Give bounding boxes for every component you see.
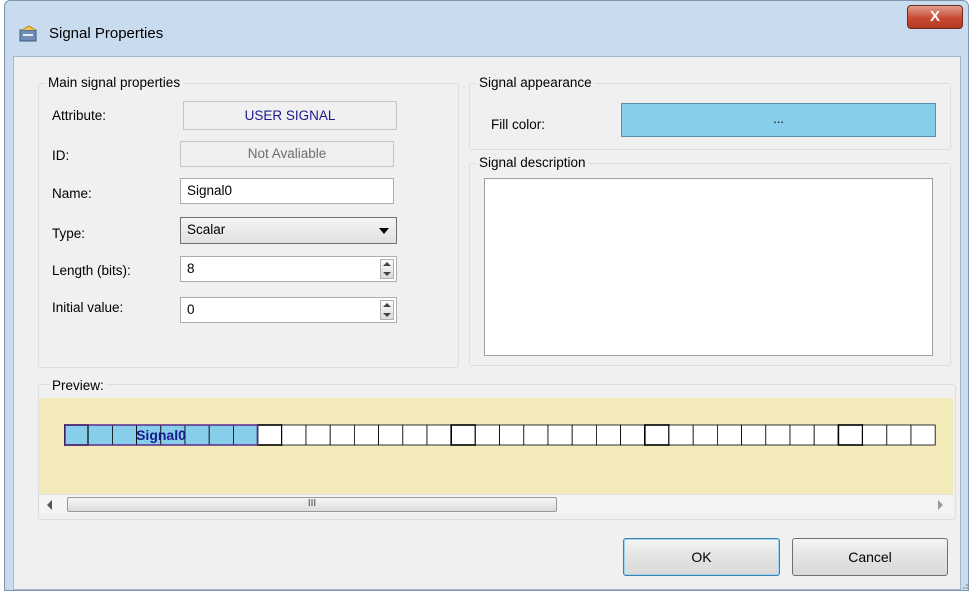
id-label: ID: xyxy=(52,148,70,163)
scroll-right-icon[interactable] xyxy=(938,500,943,510)
signal-bit-cell xyxy=(64,424,90,446)
signal-bit-cell xyxy=(87,424,113,446)
empty-bit-cell xyxy=(353,424,379,446)
empty-bit-cell xyxy=(717,424,743,446)
group-label: Signal appearance xyxy=(476,75,595,90)
empty-bit-cell xyxy=(256,424,283,446)
empty-bit-cell xyxy=(450,424,477,446)
signal-properties-icon xyxy=(19,25,37,42)
empty-bit-cell xyxy=(499,424,525,446)
window-title: Signal Properties xyxy=(49,25,164,42)
close-button[interactable]: X xyxy=(907,5,963,29)
empty-bit-cell xyxy=(547,424,573,446)
empty-bit-cell xyxy=(620,424,646,446)
spin-up-icon[interactable] xyxy=(383,262,391,266)
type-label: Type: xyxy=(52,226,86,241)
name-label: Name: xyxy=(52,186,92,201)
length-label: Length (bits): xyxy=(52,263,131,278)
empty-bit-cell xyxy=(402,424,428,446)
empty-bit-cell xyxy=(523,424,549,446)
initial-value-spinbox[interactable]: 0 xyxy=(180,297,397,323)
empty-bit-cell xyxy=(305,424,331,446)
horizontal-scrollbar[interactable]: III xyxy=(39,494,953,514)
signal-strip: Signal0 xyxy=(64,424,936,446)
id-field: Not Avaliable xyxy=(180,141,394,167)
close-icon: X xyxy=(929,8,940,25)
type-combobox[interactable]: Scalar xyxy=(180,217,397,244)
cancel-button[interactable]: Cancel xyxy=(792,538,948,576)
chevron-down-icon[interactable] xyxy=(379,228,389,234)
empty-bit-cell xyxy=(813,424,839,446)
name-input[interactable]: Signal0 xyxy=(180,178,394,204)
empty-bit-cell xyxy=(643,424,670,446)
empty-bit-cell xyxy=(789,424,815,446)
title-bar[interactable]: Signal Properties X xyxy=(5,1,968,59)
empty-bit-cell xyxy=(692,424,718,446)
empty-bit-cell xyxy=(329,424,355,446)
empty-bit-cell xyxy=(378,424,404,446)
preview-label: Preview: xyxy=(50,378,106,393)
ok-button[interactable]: OK xyxy=(623,538,780,576)
empty-bit-cell xyxy=(426,424,452,446)
empty-bit-cell xyxy=(862,424,888,446)
group-label: Main signal properties xyxy=(45,75,184,90)
group-label: Signal description xyxy=(476,155,589,170)
spin-down-icon[interactable] xyxy=(383,272,391,276)
length-spinbox[interactable]: 8 xyxy=(180,256,397,282)
empty-bit-cell xyxy=(596,424,622,446)
empty-bit-cell xyxy=(474,424,500,446)
empty-bit-cell xyxy=(571,424,597,446)
scroll-thumb[interactable]: III xyxy=(67,497,557,512)
empty-bit-cell xyxy=(281,424,307,446)
preview-canvas xyxy=(39,398,953,494)
attribute-label: Attribute: xyxy=(52,108,107,123)
scroll-left-icon[interactable] xyxy=(47,500,52,510)
signal-bit-cell xyxy=(208,424,234,446)
initial-value-label: Initial value: xyxy=(52,300,124,315)
empty-bit-cell xyxy=(910,424,936,446)
signal-name: Signal0 xyxy=(136,427,186,443)
resize-grip-icon[interactable] xyxy=(960,581,968,589)
empty-bit-cell xyxy=(886,424,912,446)
empty-bit-cell xyxy=(741,424,767,446)
spin-buttons[interactable] xyxy=(380,259,394,279)
empty-bit-cell xyxy=(765,424,791,446)
spin-down-icon[interactable] xyxy=(383,313,391,317)
attribute-field: USER SIGNAL xyxy=(183,101,397,130)
signal-bit-cell xyxy=(184,424,210,446)
signal-bit-cell xyxy=(112,424,138,446)
fill-color-button[interactable]: ... xyxy=(621,103,936,137)
description-textarea[interactable] xyxy=(484,178,933,356)
fill-color-label: Fill color: xyxy=(491,117,546,132)
spin-buttons[interactable] xyxy=(380,300,394,320)
empty-bit-cell xyxy=(668,424,694,446)
empty-bit-cell xyxy=(837,424,864,446)
spin-up-icon[interactable] xyxy=(383,303,391,307)
signal-bit-cell xyxy=(232,424,258,446)
